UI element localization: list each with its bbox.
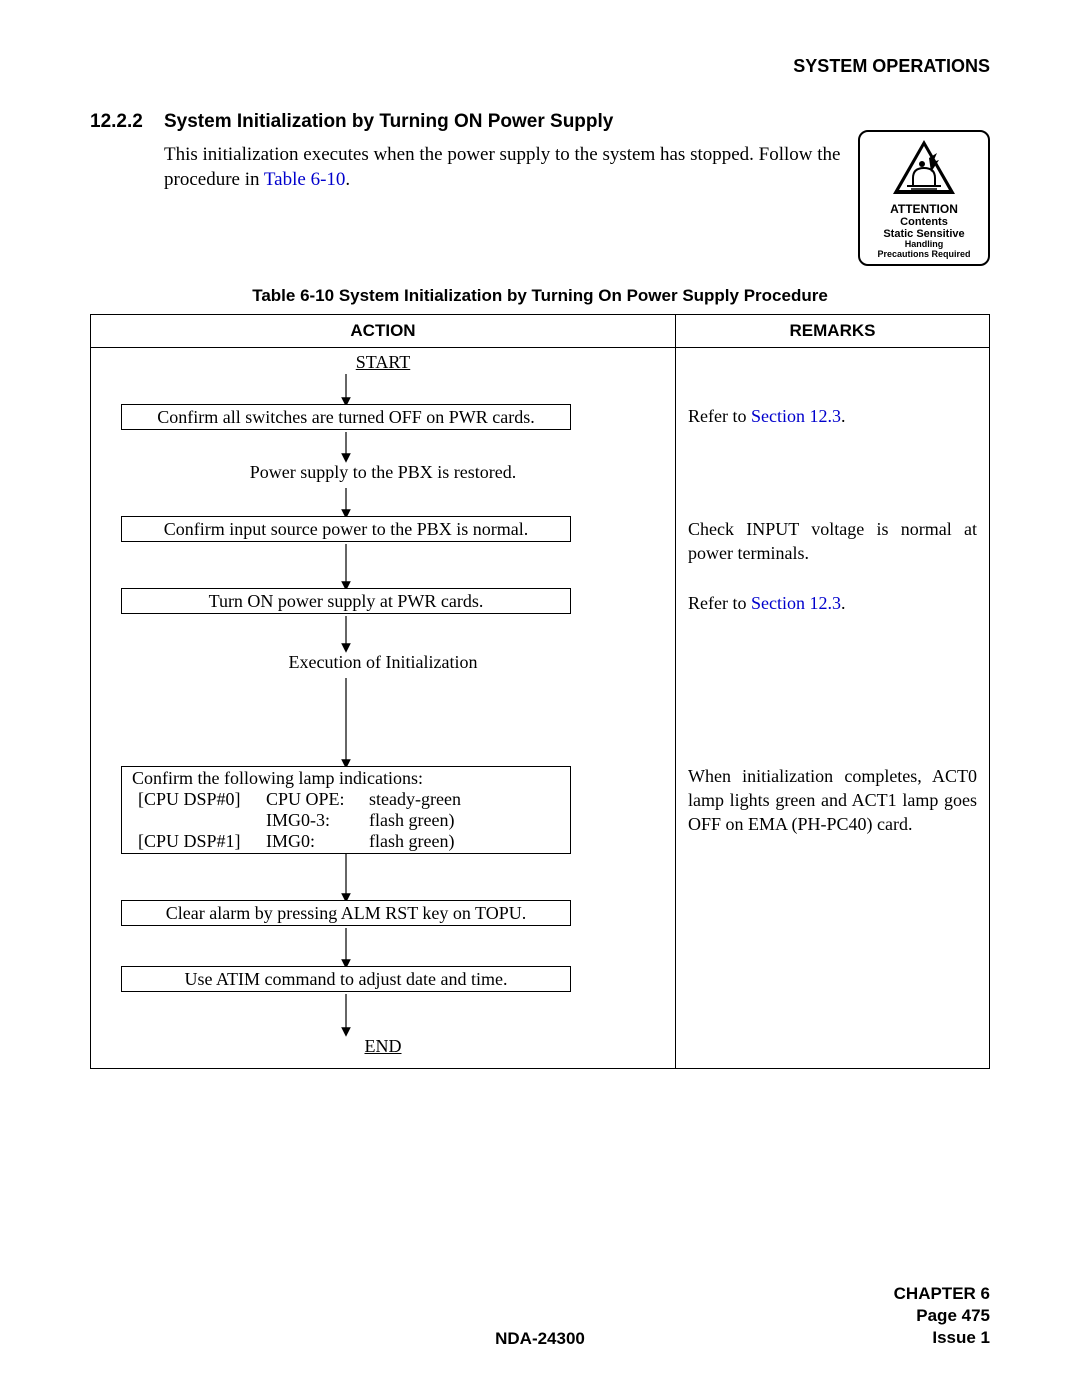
running-header: SYSTEM OPERATIONS	[90, 56, 990, 77]
flow-step-8: Use ATIM command to adjust date and time…	[121, 966, 571, 992]
lamp-r3c2: IMG0:	[266, 831, 361, 852]
col-header-action: ACTION	[91, 315, 676, 348]
flow-start: START	[91, 352, 675, 373]
caution-attention: ATTENTION	[864, 202, 984, 216]
flow-connectors	[91, 348, 621, 1068]
procedure-table: ACTION REMARKS	[90, 314, 990, 1069]
remark-4-link[interactable]: Section 12.3	[751, 593, 841, 613]
flowchart: START Confirm all switches are turned OF…	[91, 348, 675, 1068]
section-number: 12.2.2	[90, 111, 146, 133]
caution-contents: Contents	[864, 216, 984, 228]
footer-page: Page 475	[894, 1305, 990, 1327]
remark-4: Refer to Section 12.3.	[688, 591, 977, 615]
flow-step-6: Confirm the following lamp indications: …	[121, 766, 571, 854]
lamp-r1c1: [CPU DSP#0]	[138, 789, 258, 810]
remark-1-suffix: .	[841, 406, 846, 426]
flow-step-7: Clear alarm by pressing ALM RST key on T…	[121, 900, 571, 926]
table-caption: Table 6-10 System Initialization by Turn…	[90, 286, 990, 306]
footer-doc-number: NDA-24300	[90, 1329, 990, 1349]
footer-chapter: CHAPTER 6	[894, 1283, 990, 1305]
flow-step-1: Confirm all switches are turned OFF on P…	[121, 404, 571, 430]
lamp-r1c2: CPU OPE:	[266, 789, 361, 810]
flow-step-6-intro: Confirm the following lamp indications:	[132, 768, 560, 789]
lamp-r1c3: steady-green	[369, 789, 560, 810]
remark-6: When initialization completes, ACT0 lamp…	[688, 764, 977, 837]
table-ref-link[interactable]: Table 6-10	[264, 169, 346, 190]
flow-step-2: Power supply to the PBX is restored.	[91, 462, 675, 483]
flow-end: END	[91, 1036, 675, 1057]
intro-text-suffix: .	[345, 169, 350, 190]
col-header-remarks: REMARKS	[676, 315, 990, 348]
remark-1-prefix: Refer to	[688, 406, 751, 426]
lamp-r3c3: flash green)	[369, 831, 560, 852]
remark-3: Check INPUT voltage is normal at power t…	[688, 517, 977, 566]
remark-4-suffix: .	[841, 593, 846, 613]
section-title: System Initialization by Turning ON Powe…	[164, 111, 613, 133]
flow-step-5: Execution of Initialization	[91, 652, 675, 673]
caution-precautions: Precautions Required	[864, 250, 984, 260]
flow-step-4: Turn ON power supply at PWR cards.	[121, 588, 571, 614]
remark-4-prefix: Refer to	[688, 593, 751, 613]
lamp-r2c2: IMG0-3:	[266, 810, 361, 831]
remark-1-link[interactable]: Section 12.3	[751, 406, 841, 426]
lamp-r2c3: flash green)	[369, 810, 560, 831]
esd-icon	[889, 138, 959, 198]
remark-1: Refer to Section 12.3.	[688, 404, 977, 428]
lamp-r3c1: [CPU DSP#1]	[138, 831, 258, 852]
lamp-r2c1	[138, 810, 258, 831]
esd-caution-box: ATTENTION Contents Static Sensitive Hand…	[858, 130, 990, 266]
flow-step-3: Confirm input source power to the PBX is…	[121, 516, 571, 542]
